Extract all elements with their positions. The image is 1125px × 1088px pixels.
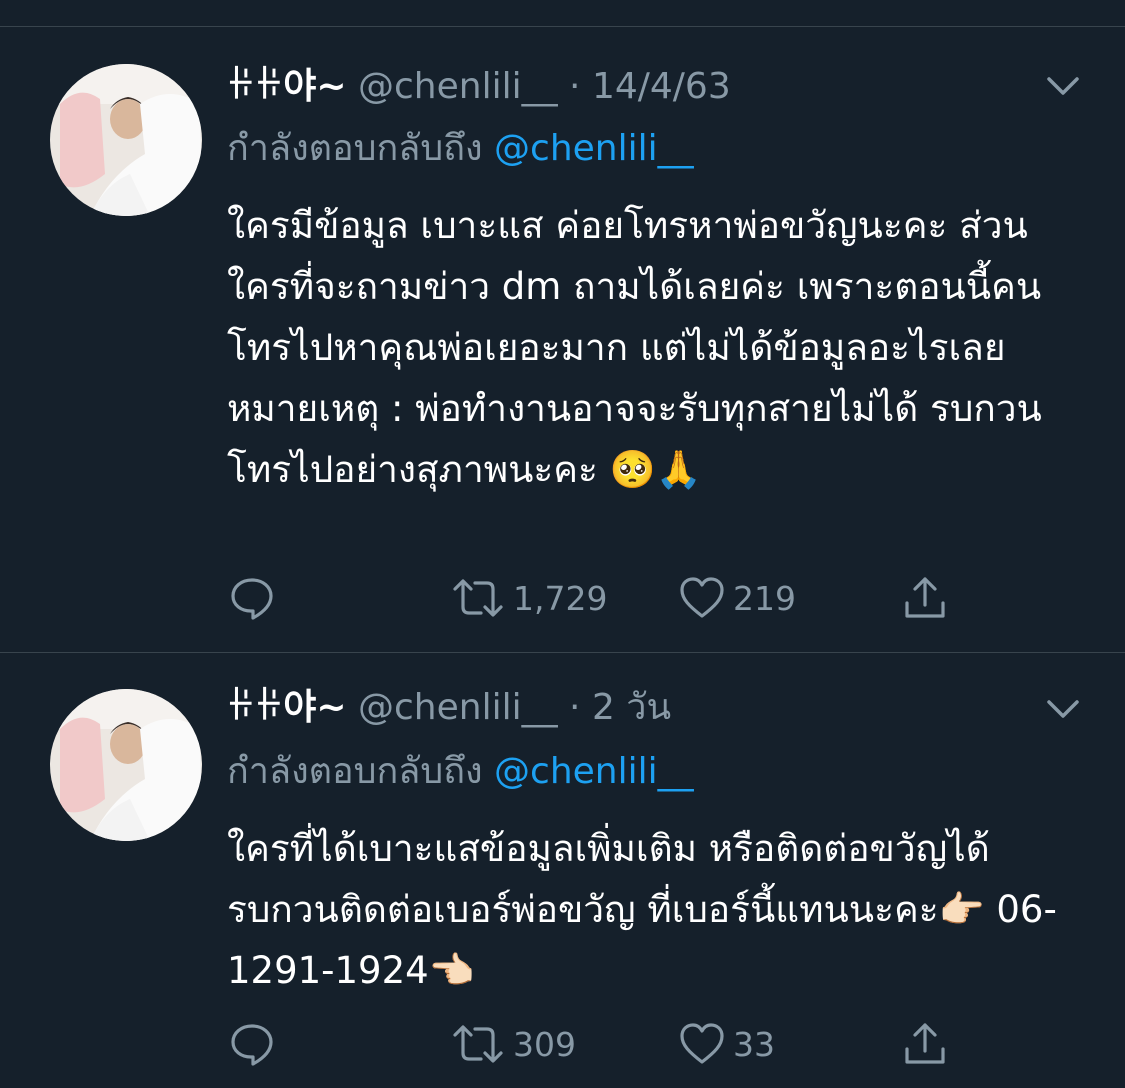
reply-mention-link[interactable]: @chenlili__ [494,751,694,792]
tweet-actions: 309 33 [227,1019,977,1069]
like-count: 33 [733,1024,775,1064]
share-button[interactable] [900,1019,950,1069]
chevron-down-icon[interactable] [1040,685,1086,731]
reply-context: กำลังตอบกลับถึง @chenlili__ [227,127,694,171]
retweet-arrows-icon [453,579,503,617]
reply-context: กำลังตอบกลับถึง @chenlili__ [227,750,694,794]
retweet-arrows-icon [453,1025,503,1063]
separator-dot: · [569,66,581,107]
tweet-header: ꃌꃌ야~ @chenlili__ · 14/4/63 [227,65,731,109]
chevron-down-icon[interactable] [1040,62,1086,108]
tweet-text: ใครที่ได้เบาะแสข้อมูลเพิ่มเติม หรือติดต่… [227,827,1057,992]
timestamp[interactable]: 14/4/63 [592,66,731,107]
heart-icon [680,1023,724,1064]
avatar-photo [50,689,202,841]
display-name[interactable]: ꃌꃌ야~ [227,66,347,107]
tweet[interactable]: ꃌꃌ야~ @chenlili__ · 14/4/63 กำลังตอบกลับถ… [0,27,1125,652]
handle[interactable]: @chenlili__ [358,66,558,107]
display-name[interactable]: ꃌꃌ야~ [227,687,347,728]
retweet-button[interactable]: 309 [449,1019,576,1069]
reply-label: กำลังตอบกลับถึง [227,751,483,792]
tweet-text: ใครมีข้อมูล เบาะแส ค่อยโทรหาพ่อขวัญนะคะ … [227,204,1042,491]
avatar-photo [50,64,202,216]
heart-icon [680,577,724,618]
like-count: 219 [733,578,796,618]
reply-mention-link[interactable]: @chenlili__ [494,128,694,169]
retweet-button[interactable]: 1,729 [449,573,607,623]
tweet-actions: 1,729 219 [227,573,977,623]
reply-bubble-icon [231,578,273,620]
reply-bubble-icon [231,1024,273,1066]
retweet-count: 1,729 [513,578,608,618]
like-button[interactable]: 219 [677,573,796,623]
reply-label: กำลังตอบกลับถึง [227,128,483,169]
avatar[interactable] [50,689,202,841]
tweet[interactable]: ꃌꃌ야~ @chenlili__ · 2 วัน กำลังตอบกลับถึง… [0,653,1125,1088]
handle[interactable]: @chenlili__ [358,687,558,728]
share-button[interactable] [900,573,950,623]
share-upload-icon [905,577,945,618]
tweet-header: ꃌꃌ야~ @chenlili__ · 2 วัน [227,686,671,730]
reply-button[interactable] [227,573,277,623]
retweet-count: 309 [513,1024,576,1064]
separator-dot: · [569,687,581,728]
reply-button[interactable] [227,1019,277,1069]
like-button[interactable]: 33 [677,1019,775,1069]
share-upload-icon [905,1023,945,1064]
timestamp[interactable]: 2 วัน [592,687,671,728]
avatar[interactable] [50,64,202,216]
